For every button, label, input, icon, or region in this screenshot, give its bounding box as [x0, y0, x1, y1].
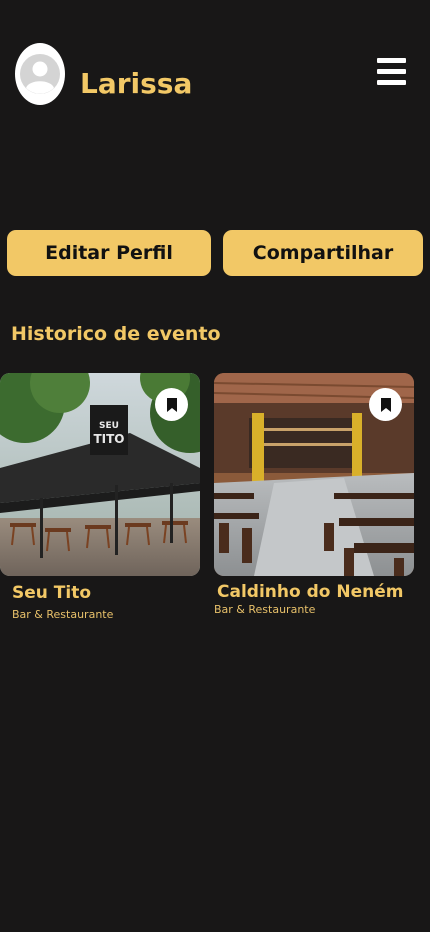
event-card-title: Seu Tito [12, 583, 92, 603]
bookmark-icon [166, 397, 177, 412]
event-card-category: Bar & Restaurante [214, 603, 316, 616]
event-card[interactable]: Caldinho do Neném Bar & Restaurante [214, 373, 414, 616]
svg-text:TITO: TITO [93, 432, 124, 446]
hamburger-menu-icon[interactable] [377, 58, 406, 85]
avatar[interactable] [15, 43, 65, 105]
event-card-category: Bar & Restaurante [12, 608, 114, 621]
event-card-image [214, 373, 414, 576]
bookmark-button[interactable] [369, 388, 402, 421]
user-silhouette-icon [20, 54, 60, 94]
edit-profile-button[interactable]: Editar Perfil [7, 230, 211, 276]
bookmark-icon [380, 397, 391, 412]
profile-name: Larissa [80, 67, 193, 100]
share-button[interactable]: Compartilhar [223, 230, 423, 276]
bookmark-button[interactable] [155, 388, 188, 421]
history-section-title: Historico de evento [11, 323, 221, 345]
event-card-image: SEU TITO [0, 373, 200, 576]
event-card-title: Caldinho do Neném [217, 582, 404, 602]
svg-text:SEU: SEU [99, 421, 119, 431]
event-card[interactable]: SEU TITO Seu Tito Bar & Restaurante [0, 373, 200, 621]
